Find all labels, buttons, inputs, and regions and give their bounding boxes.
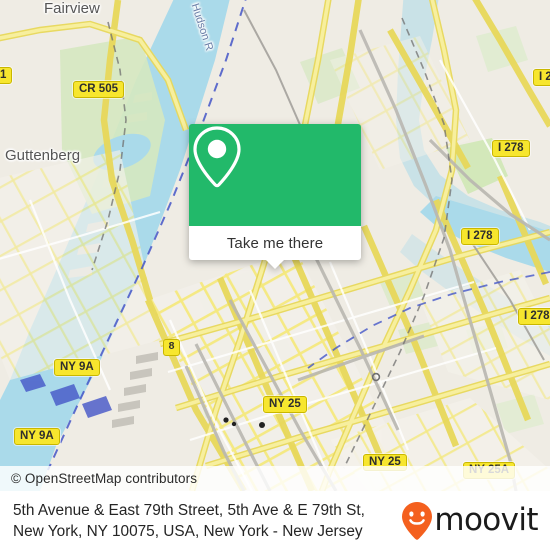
moovit-logo[interactable]: moovit <box>400 501 550 541</box>
map-pin-icon <box>193 126 241 188</box>
screenshot-frame: Fairview Guttenberg Hudson R 1 CR 505 I … <box>0 0 550 550</box>
map-canvas[interactable]: Fairview Guttenberg Hudson R 1 CR 505 I … <box>0 0 550 491</box>
popup-pointer-tail <box>266 260 284 269</box>
road-shield-cr-505[interactable]: CR 505 <box>73 81 124 98</box>
road-shield-1[interactable]: 1 <box>0 67 13 84</box>
address-caption: 5th Avenue & East 79th Street, 5th Ave &… <box>0 500 400 542</box>
place-label-fairview: Fairview <box>44 0 100 17</box>
address-line-1: 5th Avenue & East 79th Street, 5th Ave &… <box>13 501 365 519</box>
map-attribution-bar: © OpenStreetMap contributors <box>0 466 550 491</box>
address-line-2: New York, NY 10075, USA, New York - New … <box>13 522 363 540</box>
moovit-smiley-pin-icon <box>402 501 433 540</box>
road-shield-i-2[interactable]: I 2 <box>533 69 550 86</box>
road-marker-8[interactable]: 8 <box>163 339 180 356</box>
attribution-text: © OpenStreetMap contributors <box>11 471 198 486</box>
moovit-wordmark: moovit <box>434 502 538 538</box>
take-me-there-label: Take me there <box>226 234 324 252</box>
caption-bar: 5th Avenue & East 79th Street, 5th Ave &… <box>0 491 550 550</box>
road-shield-i-278-mid[interactable]: I 278 <box>461 228 499 245</box>
road-shield-ny-25-west[interactable]: NY 25 <box>263 396 307 413</box>
road-shield-ny-9a-south[interactable]: NY 9A <box>14 428 60 445</box>
place-label-guttenberg: Guttenberg <box>5 147 81 164</box>
popup-header <box>189 124 361 226</box>
road-shield-i-278-north[interactable]: I 278 <box>492 140 530 157</box>
road-shield-i-278-south[interactable]: I 278 <box>518 308 550 325</box>
take-me-there-button[interactable]: Take me there <box>189 226 361 260</box>
location-popup-card[interactable]: Take me there <box>189 124 361 269</box>
road-shield-ny-9a-north[interactable]: NY 9A <box>54 359 100 376</box>
